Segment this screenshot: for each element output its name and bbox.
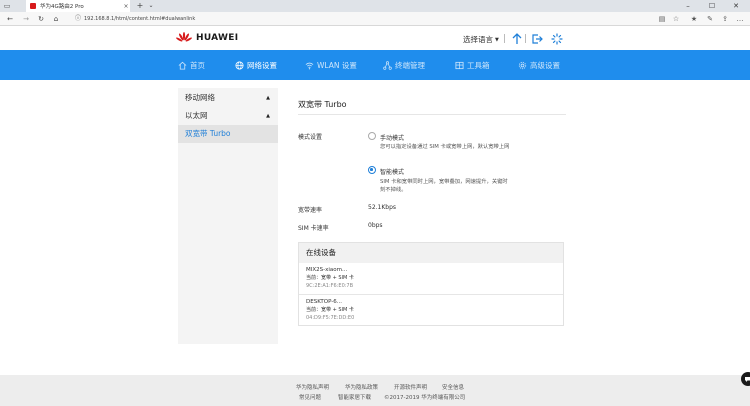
page-title: 双宽带 Turbo [298,100,347,109]
wifi-icon [305,62,314,69]
tab-title: 华为4G路由2 Pro [40,4,84,10]
brand-name: HUAWEI [196,33,239,43]
nav-label: 终端管理 [395,60,425,70]
new-tab-button[interactable]: + [134,0,146,12]
sidebar-item-label: 双宽带 Turbo [185,129,231,138]
caret-up-icon: ▲ [266,113,270,119]
nav-label: 工具箱 [467,60,490,70]
globe-icon [235,60,244,70]
sidebar-item-mobile-network[interactable]: 移动网络 ▲ [178,89,278,107]
device-mac: 9C:2E:A1:F6:E0:7B [306,283,354,289]
caret-up-icon: ▲ [266,95,270,101]
sidebar-item-ethernet[interactable]: 以太网 ▲ [178,107,278,125]
huawei-favicon-icon [30,3,36,9]
copyright-text: ©2017-2019 华为终端有限公司 [384,395,466,401]
devices-icon [383,60,392,70]
loading-spinner-icon [551,33,563,45]
more-icon[interactable]: … [734,12,746,26]
sim-rate-value: 0bps [368,222,383,229]
broadband-rate-label: 宽带速率 [298,207,323,214]
sidebar-item-label: 以太网 [185,111,208,120]
privacy-statement-link[interactable]: 华为隐私声明 [296,383,329,391]
url-field[interactable]: 192.168.8.1/html/content.html#dualwanlin… [84,14,195,24]
smart-mode-radio[interactable] [368,166,376,174]
support-chat-button[interactable] [741,372,750,386]
address-bar-row: ← → ↻ ⌂ ⓘ 192.168.8.1/html/content.html#… [0,12,750,26]
share-icon[interactable]: ⇪ [719,12,731,26]
manual-mode-label: 手动模式 [380,135,405,142]
broadband-rate-value: 52.1Kbps [368,204,397,211]
smart-home-download-link[interactable]: 智能家居下载 [338,393,371,401]
language-select[interactable]: 选择语言 ▼ [463,34,499,45]
back-arrow-icon[interactable]: ← [5,12,15,26]
gear-icon [518,61,527,69]
mode-label: 模式设置 [298,134,323,141]
router-header: HUAWEI 选择语言 ▼ [0,26,750,50]
favorites-icon[interactable]: ★ [688,12,700,26]
toolbox-icon [455,61,464,69]
online-devices-panel: 在线设备 MIX2S-xiaom... 当前：宽带 + SIM 卡 9C:2E:… [298,242,564,326]
refresh-icon[interactable]: ↻ [36,12,46,26]
sidebar-item-label: 移动网络 [185,93,215,102]
sidebar-item-dual-broadband-turbo[interactable]: 双宽带 Turbo [178,125,278,143]
home-browser-icon[interactable]: ⌂ [51,12,61,26]
nav-toolbox[interactable]: 工具箱 [455,50,490,80]
chat-icon [745,377,750,382]
favorite-star-icon[interactable]: ☆ [670,12,682,26]
caret-down-icon: ▼ [495,36,499,43]
logout-icon[interactable] [531,33,543,45]
reading-view-icon[interactable]: ▤ [656,12,668,26]
faq-link[interactable]: 常见问题 [299,393,321,401]
nav-label: 首页 [190,60,205,70]
home-icon [178,61,187,70]
divider [504,34,505,43]
footer: 华为隐私声明 华为隐私政策 开源软件声明 安全信息 常见问题 智能家居下载 ©2… [0,375,750,406]
device-connection: 当前：宽带 + SIM 卡 [306,307,354,313]
nav-advanced-settings[interactable]: 高级设置 [518,50,560,80]
divider [525,34,526,43]
privacy-policy-link[interactable]: 华为隐私政策 [345,383,378,391]
browser-tab-bar: ▭ 华为4G路由2 Pro × + ⌄ – ☐ ✕ [0,0,750,12]
device-row: DESKTOP-6... 当前：宽带 + SIM 卡 04:D9:F5:7E:D… [299,295,563,326]
nav-device-management[interactable]: 终端管理 [383,50,425,80]
minimize-button[interactable]: – [676,0,700,12]
tab-list-chevron-icon[interactable]: ⌄ [146,0,156,12]
tab-actions-icon[interactable]: ▭ [2,1,12,10]
pen-icon[interactable]: ✎ [704,12,716,26]
device-name: DESKTOP-6... [306,299,342,305]
tab-close-icon[interactable]: × [122,3,130,10]
maximize-button[interactable]: ☐ [700,0,724,12]
manual-mode-radio[interactable] [368,132,376,140]
browser-tab[interactable]: 华为4G路由2 Pro × [26,0,130,12]
upgrade-arrow-icon[interactable] [511,33,523,45]
language-select-label: 选择语言 [463,35,493,44]
title-divider [298,114,566,115]
device-name: MIX2S-xiaom... [306,267,348,273]
nav-label: 网络设置 [247,60,277,70]
sim-rate-label: SIM 卡速率 [298,225,329,232]
online-devices-title: 在线设备 [299,243,563,263]
huawei-logo[interactable]: HUAWEI [176,32,238,44]
main-nav: 首页 网络设置 WLAN 设置 终端管理 工具箱 高级设置 [0,50,750,80]
close-window-button[interactable]: ✕ [724,0,748,12]
nav-home[interactable]: 首页 [178,50,205,80]
info-icon[interactable]: ⓘ [73,12,83,26]
nav-label: WLAN 设置 [317,60,357,70]
sidebar: 移动网络 ▲ 以太网 ▲ 双宽带 Turbo [178,88,278,344]
huawei-petal-icon [176,32,192,42]
open-source-statement-link[interactable]: 开源软件声明 [394,383,427,391]
nav-network-settings[interactable]: 网络设置 [235,50,277,80]
nav-label: 高级设置 [530,60,560,70]
forward-arrow-icon[interactable]: → [21,12,31,26]
nav-wlan-settings[interactable]: WLAN 设置 [305,50,357,80]
device-row: MIX2S-xiaom... 当前：宽带 + SIM 卡 9C:2E:A1:F6… [299,263,563,294]
security-info-link[interactable]: 安全信息 [442,383,464,391]
manual-mode-description: 您可以指定设备通过 SIM 卡或宽带上网，默认宽带上网 [380,144,510,150]
device-connection: 当前：宽带 + SIM 卡 [306,275,354,281]
device-mac: 04:D9:F5:7E:DD:E0 [306,315,355,321]
smart-mode-description: SIM 卡和宽带同时上网，宽带叠加，网速提升，关键时刻不掉线。 [380,179,508,193]
smart-mode-label: 智能模式 [380,169,405,176]
